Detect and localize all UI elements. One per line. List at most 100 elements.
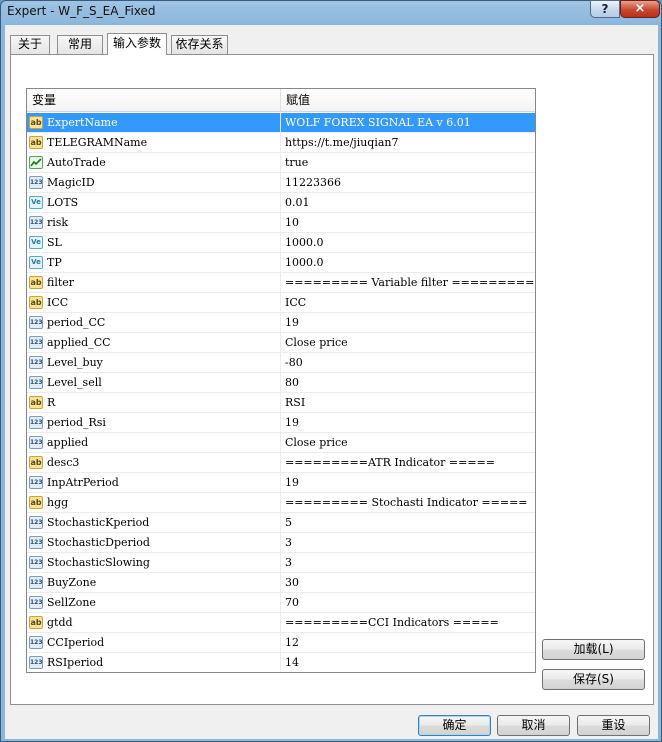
table-row[interactable]: 123 applied_CC Close price [27,333,535,353]
value-cell[interactable]: 3 [281,533,535,553]
variable-cell[interactable]: ab filter [27,273,281,293]
help-button[interactable]: ? [590,0,620,18]
table-row[interactable]: AutoTrade true [27,153,535,173]
variable-cell[interactable]: ab ExpertName [27,113,281,133]
variable-cell[interactable]: Ve LOTS [27,193,281,213]
variable-cell[interactable]: 123 applied [27,433,281,453]
value-cell[interactable]: 10 [281,213,535,233]
value-cell[interactable]: -80 [281,353,535,373]
value-cell[interactable]: RSI [281,393,535,413]
variable-cell[interactable]: 123 StochasticSlowing [27,553,281,573]
tab-about[interactable]: 关于 [10,35,50,54]
tab-common[interactable]: 常用 [57,35,103,54]
value-cell[interactable]: Close price [281,433,535,453]
table-row[interactable]: ab hgg ========= Stochasti Indicator ===== [27,493,535,513]
table-row[interactable]: ab R RSI [27,393,535,413]
cancel-button[interactable]: 取消 [497,715,570,736]
value-cell[interactable]: 12 [281,633,535,653]
value-cell[interactable]: 19 [281,473,535,493]
variable-cell[interactable]: ab TELEGRAMName [27,133,281,153]
value-cell[interactable]: 3 [281,553,535,573]
value-cell[interactable]: WOLF FOREX SIGNAL EA v 6.01 [281,113,535,133]
table-row[interactable]: ab filter ========= Variable filter ======… [27,273,535,293]
table-row[interactable]: 123 period_CC 19 [27,313,535,333]
title-bar[interactable]: Expert - W_F_S_EA_Fixed ? × [1,0,661,23]
value-cell[interactable]: 30 [281,573,535,593]
variable-cell[interactable]: 123 BuyZone [27,573,281,593]
table-row[interactable]: 123 risk 10 [27,213,535,233]
value-cell[interactable]: =========ATR Indicator ===== [281,453,535,473]
value-cell[interactable]: 70 [281,593,535,613]
table-row[interactable]: ab TELEGRAMName https://t.me/jiuqian7 [27,133,535,153]
load-button[interactable]: 加载(L) [542,639,645,660]
table-row[interactable]: 123 MagicID 11223366 [27,173,535,193]
table-row[interactable]: 123 StochasticDperiod 3 [27,533,535,553]
table-row[interactable]: Ve LOTS 0.01 [27,193,535,213]
variable-cell[interactable]: Ve SL [27,233,281,253]
table-row[interactable]: ab gtdd =========CCI Indicators ===== [27,613,535,633]
variable-cell[interactable]: AutoTrade [27,153,281,173]
value-cell[interactable]: 0.01 [281,193,535,213]
value-cell[interactable]: true [281,153,535,173]
variable-name: CCIperiod [47,636,105,649]
value-cell[interactable]: 11223366 [281,173,535,193]
variable-cell[interactable]: 123 StochasticKperiod [27,513,281,533]
table-row[interactable]: ab desc3 =========ATR Indicator ===== [27,453,535,473]
table-row[interactable]: Ve TP 1000.0 [27,253,535,273]
value-cell[interactable]: https://t.me/jiuqian7 [281,133,535,153]
table-row[interactable]: ab ExpertName WOLF FOREX SIGNAL EA v 6.01 [27,113,535,133]
close-button[interactable]: × [620,0,660,18]
value-cell[interactable]: 1000.0 [281,233,535,253]
table-row[interactable]: 123 CCIperiod 12 [27,633,535,653]
table-row[interactable]: 123 period_Rsi 19 [27,413,535,433]
variable-cell[interactable]: 123 StochasticDperiod [27,533,281,553]
value-cell[interactable]: 19 [281,313,535,333]
variable-cell[interactable]: Ve TP [27,253,281,273]
variable-cell[interactable]: 123 period_CC [27,313,281,333]
variable-cell[interactable]: 123 InpAtrPeriod [27,473,281,493]
table-row[interactable]: 123 Level_sell 80 [27,373,535,393]
ok-button[interactable]: 确定 [418,715,491,736]
variable-cell[interactable]: 123 MagicID [27,173,281,193]
variable-cell[interactable]: 123 Level_buy [27,353,281,373]
table-row[interactable]: 123 StochasticSlowing 3 [27,553,535,573]
table-row[interactable]: ab ICC ICC [27,293,535,313]
table-row[interactable]: Ve SL 1000.0 [27,233,535,253]
value-cell[interactable]: 80 [281,373,535,393]
variable-cell[interactable]: ab gtdd [27,613,281,633]
variable-cell[interactable]: 123 Level_sell [27,373,281,393]
value-cell[interactable]: =========CCI Indicators ===== [281,613,535,633]
variable-cell[interactable]: ab R [27,393,281,413]
column-header-value[interactable]: 赋值 [281,89,535,111]
table-row[interactable]: 123 BuyZone 30 [27,573,535,593]
reset-button[interactable]: 重设 [577,715,650,736]
variable-cell[interactable]: 123 SellZone [27,593,281,613]
variable-cell[interactable]: ab hgg [27,493,281,513]
variable-cell[interactable]: 123 RSIperiod [27,653,281,672]
value-cell[interactable]: ========= Stochasti Indicator ===== [281,493,535,513]
value-cell[interactable]: 5 [281,513,535,533]
variable-cell[interactable]: ab ICC [27,293,281,313]
tab-dependencies[interactable]: 依存关系 [171,35,228,54]
table-row[interactable]: 123 RSIperiod 14 [27,653,535,672]
variable-cell[interactable]: 123 period_Rsi [27,413,281,433]
table-row[interactable]: 123 applied Close price [27,433,535,453]
value-cell[interactable]: Close price [281,333,535,353]
variable-cell[interactable]: 123 risk [27,213,281,233]
variable-cell[interactable]: 123 CCIperiod [27,633,281,653]
value-cell[interactable]: ========= Variable filter ========= [281,273,535,293]
table-row[interactable]: 123 SellZone 70 [27,593,535,613]
value-cell[interactable]: ICC [281,293,535,313]
value-cell[interactable]: 14 [281,653,535,672]
table-row[interactable]: 123 StochasticKperiod 5 [27,513,535,533]
value-cell[interactable]: 19 [281,413,535,433]
table-row[interactable]: 123 InpAtrPeriod 19 [27,473,535,493]
column-header-variable[interactable]: 变量 [27,89,281,111]
variable-cell[interactable]: 123 applied_CC [27,333,281,353]
variable-cell[interactable]: ab desc3 [27,453,281,473]
variable-name: AutoTrade [47,156,106,169]
value-cell[interactable]: 1000.0 [281,253,535,273]
tab-inputs[interactable]: 输入参数 [107,33,167,55]
table-row[interactable]: 123 Level_buy -80 [27,353,535,373]
save-button[interactable]: 保存(S) [542,669,645,690]
